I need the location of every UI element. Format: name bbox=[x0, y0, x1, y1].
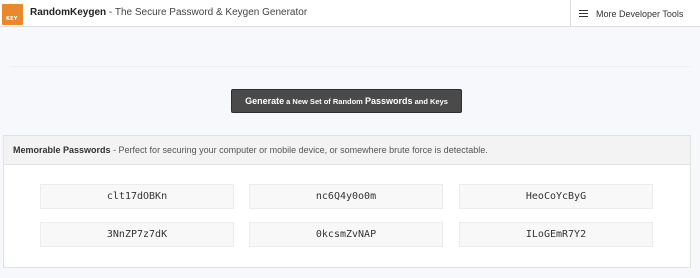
password-field[interactable]: 0kcsmZvNAP bbox=[249, 222, 443, 247]
generate-label-4: and Keys bbox=[412, 97, 448, 106]
generate-label-1: Generate bbox=[245, 96, 285, 106]
password-field[interactable]: nc6Q4y0o0m bbox=[249, 184, 443, 209]
password-field[interactable]: HeoCoYcByG bbox=[459, 184, 653, 209]
brand-tagline: - The Secure Password & Keygen Generator bbox=[106, 7, 308, 18]
generate-label-2: a New Set of Random bbox=[284, 97, 365, 106]
more-developer-tools-label: More Developer Tools bbox=[596, 8, 684, 19]
memorable-passwords-panel: Memorable Passwords - Perfect for securi… bbox=[3, 135, 691, 268]
password-field[interactable]: ILoGEmR7Y2 bbox=[459, 222, 653, 247]
brand-name: RandomKeygen bbox=[30, 7, 107, 18]
section-divider bbox=[10, 66, 690, 67]
password-field[interactable]: 3NnZP7z7dK bbox=[40, 222, 234, 247]
panel-title: Memorable Passwords bbox=[13, 145, 111, 155]
logo-icon[interactable]: KEY bbox=[2, 4, 23, 25]
generate-button[interactable]: Generate a New Set of Random Passwords a… bbox=[231, 89, 462, 113]
panel-heading: Memorable Passwords - Perfect for securi… bbox=[4, 136, 690, 165]
hamburger-menu-icon bbox=[579, 10, 588, 17]
top-navbar: KEY RandomKeygen - The Secure Password &… bbox=[0, 0, 700, 27]
panel-description: - Perfect for securing your computer or … bbox=[110, 145, 488, 155]
logo-text: KEY bbox=[6, 16, 18, 22]
password-field[interactable]: clt17dOBKn bbox=[40, 184, 234, 209]
site-brand[interactable]: RandomKeygen - The Secure Password & Key… bbox=[30, 7, 307, 18]
generate-label-3: Passwords bbox=[364, 96, 413, 106]
more-developer-tools-button[interactable]: More Developer Tools bbox=[570, 0, 694, 27]
